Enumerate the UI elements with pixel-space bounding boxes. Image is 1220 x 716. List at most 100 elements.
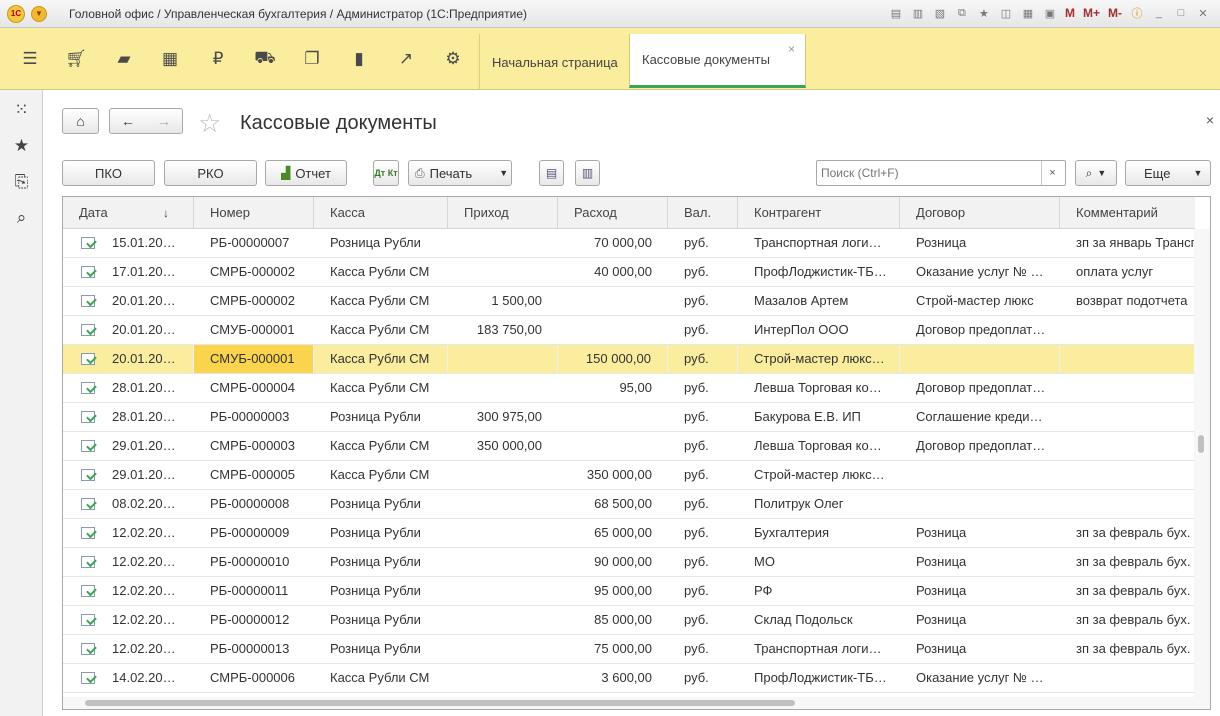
cell-kassa[interactable]: Касса Рубли СМ <box>314 374 448 402</box>
cell-date[interactable]: 12.02.20… <box>95 606 194 634</box>
cell-number[interactable]: РБ-00000009 <box>194 519 314 547</box>
vertical-scroll-thumb[interactable] <box>1198 435 1204 453</box>
table-row[interactable]: 28.01.20… СМРБ-000004 Касса Рубли СМ 95,00 р… <box>63 374 1195 403</box>
cell-kassa[interactable]: Касса Рубли СМ <box>314 287 448 315</box>
cell-date[interactable]: 17.01.20… <box>95 258 194 286</box>
apps-grid-icon[interactable]: ⁙ <box>0 92 43 128</box>
cell-contract[interactable]: Оказание услуг № … <box>900 664 1060 692</box>
cell-comment[interactable]: зп за февраль бух. <box>1060 519 1195 547</box>
cell-counterparty[interactable]: ПрофЛоджистик-ТБ… <box>738 258 900 286</box>
print-icon[interactable]: ▥ <box>909 4 927 22</box>
column-header-number[interactable]: Номер <box>194 197 314 229</box>
memory-plus-button[interactable]: M+ <box>1081 4 1102 22</box>
trend-icon[interactable]: ↗ <box>383 28 429 90</box>
form-close-icon[interactable]: × <box>1206 112 1214 128</box>
cell-comment[interactable] <box>1060 345 1195 373</box>
cell-currency[interactable]: руб. <box>668 519 738 547</box>
cell-date[interactable]: 29.01.20… <box>95 432 194 460</box>
cart-icon[interactable]: 🛒︎ <box>53 28 99 90</box>
cell-expense[interactable]: 95,00 <box>558 374 668 402</box>
calendar-icon[interactable]: ▣ <box>1041 4 1059 22</box>
save-icon[interactable]: ▤ <box>887 4 905 22</box>
table-row[interactable]: 29.01.20… СМРБ-000003 Касса Рубли СМ 350 00… <box>63 432 1195 461</box>
cell-comment[interactable]: зп за февраль бух. <box>1060 577 1195 605</box>
cell-number[interactable]: СМРБ-000005 <box>194 461 314 489</box>
table-row[interactable]: 15.01.20… РБ-00000007 Розница Рубли 70 000,… <box>63 229 1195 258</box>
tab-cash-documents[interactable]: Кассовые документы × <box>629 34 806 88</box>
cell-number[interactable]: СМРБ-000003 <box>194 432 314 460</box>
cell-number[interactable]: СМРБ-000002 <box>194 287 314 315</box>
cell-kassa[interactable]: Розница Рубли <box>314 606 448 634</box>
cell-currency[interactable]: руб. <box>668 403 738 431</box>
dt-kt-button[interactable]: Дт Кт <box>373 160 399 186</box>
cell-expense[interactable] <box>558 403 668 431</box>
back-arrow-icon[interactable]: ← <box>121 113 135 129</box>
cell-comment[interactable] <box>1060 403 1195 431</box>
cell-number[interactable]: СМРБ-000002 <box>194 258 314 286</box>
cell-expense[interactable]: 350 000,00 <box>558 461 668 489</box>
cell-contract[interactable]: Договор предоплат… <box>900 374 1060 402</box>
cell-contract[interactable]: Договор предоплат… <box>900 432 1060 460</box>
cell-expense[interactable]: 150 000,00 <box>558 345 668 373</box>
column-header-expense[interactable]: Расход <box>558 197 668 229</box>
maximize-icon[interactable]: □ <box>1172 4 1190 22</box>
table-row[interactable]: 29.01.20… СМРБ-000005 Касса Рубли СМ 350 00… <box>63 461 1195 490</box>
cell-currency[interactable]: руб. <box>668 548 738 576</box>
cell-counterparty[interactable]: Строй-мастер люкс… <box>738 461 900 489</box>
cell-number[interactable]: СМРБ-000006 <box>194 664 314 692</box>
cell-currency[interactable]: руб. <box>668 374 738 402</box>
cell-number[interactable]: РБ-00000003 <box>194 403 314 431</box>
grid-icon[interactable]: ▦ <box>147 28 193 90</box>
cell-comment[interactable] <box>1060 316 1195 344</box>
cell-counterparty[interactable]: ИнтерПол ООО <box>738 316 900 344</box>
cell-date[interactable]: 20.01.20… <box>95 316 194 344</box>
info-icon[interactable]: ⓘ <box>1128 4 1146 22</box>
search-icon[interactable]: ⌕ <box>0 200 43 236</box>
minimize-icon[interactable]: _ <box>1150 4 1168 22</box>
cell-income[interactable] <box>448 606 558 634</box>
table-row[interactable]: 08.02.20… РБ-00000008 Розница Рубли 68 500,… <box>63 490 1195 519</box>
cell-income[interactable] <box>448 577 558 605</box>
cell-date[interactable]: 20.01.20… <box>95 345 194 373</box>
cell-contract[interactable] <box>900 345 1060 373</box>
cell-income[interactable] <box>448 345 558 373</box>
cell-kassa[interactable]: Розница Рубли <box>314 548 448 576</box>
cell-comment[interactable]: зп за февраль бух. <box>1060 606 1195 634</box>
cell-expense[interactable]: 68 500,00 <box>558 490 668 518</box>
cell-income[interactable] <box>448 374 558 402</box>
column-header-kassa[interactable]: Касса <box>314 197 448 229</box>
star-icon[interactable]: ★ <box>0 128 43 164</box>
cell-date[interactable]: 29.01.20… <box>95 461 194 489</box>
cell-income[interactable]: 300 975,00 <box>448 403 558 431</box>
cell-kassa[interactable]: Розница Рубли <box>314 577 448 605</box>
column-header-date[interactable]: Дата ↓ <box>63 197 194 229</box>
cell-income[interactable] <box>448 548 558 576</box>
column-header-contract[interactable]: Договор <box>900 197 1060 229</box>
cell-income[interactable] <box>448 635 558 663</box>
cell-contract[interactable]: Соглашение креди… <box>900 403 1060 431</box>
cell-kassa[interactable]: Касса Рубли СМ <box>314 432 448 460</box>
cell-comment[interactable] <box>1060 374 1195 402</box>
clear-search-icon[interactable]: × <box>1041 161 1063 185</box>
cell-currency[interactable]: руб. <box>668 287 738 315</box>
calculator-icon[interactable]: ▦ <box>1019 4 1037 22</box>
cell-date[interactable]: 12.02.20… <box>95 519 194 547</box>
table-row[interactable]: 12.02.20… РБ-00000009 Розница Рубли 65 000,… <box>63 519 1195 548</box>
cell-kassa[interactable]: Касса Рубли СМ <box>314 345 448 373</box>
cell-date[interactable]: 12.02.20… <box>95 577 194 605</box>
favorites-icon[interactable]: ★ <box>975 4 993 22</box>
table-row[interactable]: 12.02.20… РБ-00000011 Розница Рубли 95 000,… <box>63 577 1195 606</box>
cell-counterparty[interactable]: РФ <box>738 577 900 605</box>
cell-counterparty[interactable]: Левша Торговая ко… <box>738 374 900 402</box>
truck-icon[interactable]: ⛟ <box>242 28 288 90</box>
cell-contract[interactable]: Строй-мастер люкс <box>900 287 1060 315</box>
cell-number[interactable]: РБ-00000012 <box>194 606 314 634</box>
cell-date[interactable]: 12.02.20… <box>95 635 194 663</box>
cell-counterparty[interactable]: Политрук Олег <box>738 490 900 518</box>
cell-currency[interactable]: руб. <box>668 432 738 460</box>
cell-currency[interactable]: руб. <box>668 577 738 605</box>
cell-comment[interactable] <box>1060 490 1195 518</box>
cell-expense[interactable]: 85 000,00 <box>558 606 668 634</box>
cell-expense[interactable]: 65 000,00 <box>558 519 668 547</box>
horizontal-scrollbar[interactable] <box>63 697 1195 709</box>
